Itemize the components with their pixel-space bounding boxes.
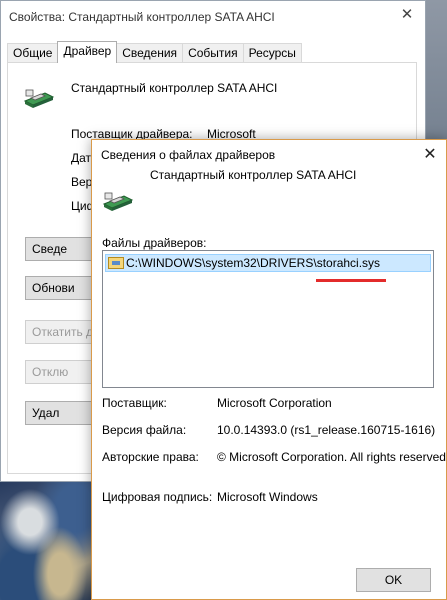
properties-window-title: Свойства: Стандартный контроллер SATA AH… xyxy=(9,9,275,24)
tab-resources[interactable]: Ресурсы xyxy=(242,43,302,63)
sata-controller-icon xyxy=(23,89,55,108)
tab-events[interactable]: События xyxy=(182,43,244,63)
dialog-title: Сведения о файлах драйверов xyxy=(101,148,276,162)
close-icon[interactable]: ✕ xyxy=(420,145,440,165)
desktop-wallpaper xyxy=(0,470,100,600)
ok-button[interactable]: OK xyxy=(356,568,431,592)
list-item[interactable]: C:\WINDOWS\system32\DRIVERS\storahci.sys xyxy=(105,254,431,272)
sata-controller-icon xyxy=(102,192,134,211)
copyright-label: Авторские права: xyxy=(102,450,199,464)
dialog-device-name: Стандартный контроллер SATA AHCI xyxy=(150,168,357,182)
tab-driver[interactable]: Драйвер xyxy=(57,41,118,63)
copyright-value: © Microsoft Corporation. All rights rese… xyxy=(217,450,447,464)
device-name: Стандартный контроллер SATA AHCI xyxy=(71,81,278,95)
digital-signature-label: Цифровая подпись: xyxy=(102,490,213,504)
provider-label: Поставщик: xyxy=(102,396,167,410)
tab-bar: Общие Драйвер Сведения События Ресурсы xyxy=(7,41,302,63)
driver-file-details-dialog: Сведения о файлах драйверов ✕ Стандартны… xyxy=(91,139,447,600)
version-label-partial: Вер xyxy=(71,175,93,189)
tab-details[interactable]: Сведения xyxy=(116,43,184,63)
highlight-underline xyxy=(316,279,386,282)
driver-files-label: Файлы драйверов: xyxy=(102,236,207,250)
driver-file-path: C:\WINDOWS\system32\DRIVERS\storahci.sys xyxy=(126,256,381,270)
driver-file-icon xyxy=(108,257,124,269)
digital-signature-value: Microsoft Windows xyxy=(217,490,318,504)
driver-files-list[interactable]: C:\WINDOWS\system32\DRIVERS\storahci.sys xyxy=(102,250,434,388)
file-version-value: 10.0.14393.0 (rs1_release.160715-1616) xyxy=(217,423,436,437)
close-icon[interactable]: ✕ xyxy=(399,7,415,23)
file-version-label: Версия файла: xyxy=(102,423,187,437)
provider-value: Microsoft Corporation xyxy=(217,396,332,410)
tab-general[interactable]: Общие xyxy=(7,43,59,63)
date-label-partial: Дат xyxy=(71,151,92,165)
